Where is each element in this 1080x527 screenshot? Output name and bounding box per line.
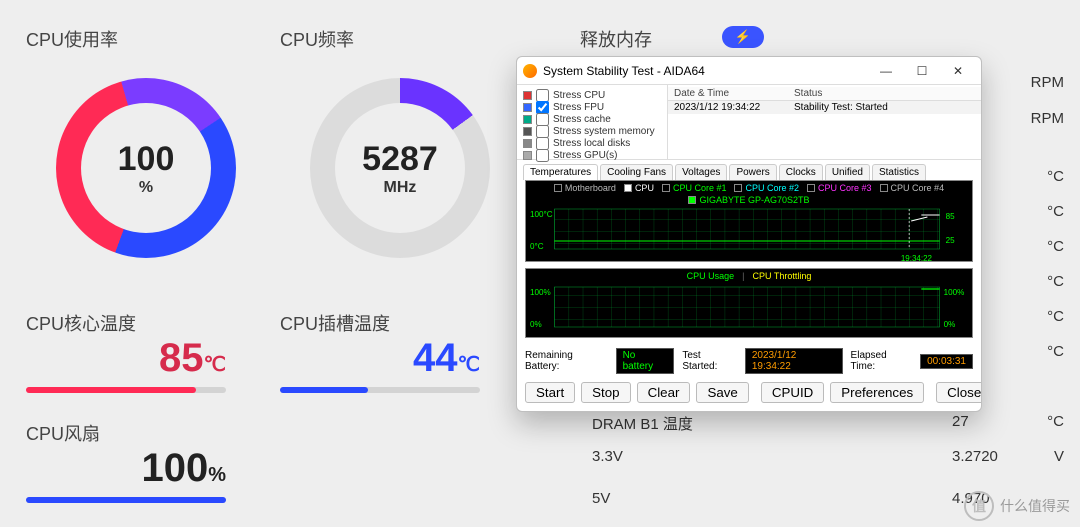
log-col-status: Status — [788, 87, 828, 100]
release-memory-button[interactable]: ⚡ — [722, 26, 764, 48]
svg-text:85: 85 — [946, 212, 956, 221]
cpu-freq-title: CPU频率 — [280, 26, 354, 52]
cpuid-button[interactable]: CPUID — [761, 382, 824, 403]
socket-temp-title: CPU插槽温度 — [280, 310, 480, 336]
close-button[interactable]: Close — [936, 382, 982, 403]
log-status: Stability Test: Started — [788, 101, 894, 114]
watermark-icon: 值 — [964, 491, 994, 521]
lg-throt: CPU Throttling — [753, 271, 812, 281]
svg-text:0%: 0% — [944, 320, 956, 329]
cpu-fan-unit: % — [208, 464, 226, 486]
stress-sysmem-checkbox[interactable]: Stress system memory — [523, 125, 661, 137]
chart-time: 19:34:22 — [526, 254, 972, 263]
core-temp-bar — [26, 387, 226, 393]
log-col-date: Date & Time — [668, 87, 788, 100]
close-window-button[interactable]: ✕ — [941, 60, 975, 82]
socket-temp-unit: ℃ — [458, 354, 480, 376]
log-area: Date & Time Status 2023/1/12 19:34:22 St… — [667, 85, 981, 159]
stress-cache-checkbox[interactable]: Stress cache — [523, 113, 661, 125]
sensor-tabs: TemperaturesCooling FansVoltagesPowersCl… — [517, 160, 981, 180]
start-label: Test Started: — [682, 350, 737, 372]
socket-temp-bar — [280, 387, 480, 393]
lg-cpu: CPU — [635, 183, 654, 193]
stress-cpu-checkbox[interactable]: Stress CPU — [523, 89, 661, 101]
stress-options: Stress CPU Stress FPU Stress cache Stres… — [517, 85, 667, 159]
tab-voltages[interactable]: Voltages — [675, 164, 727, 180]
app-icon — [523, 64, 537, 78]
lg-c2: CPU Core #2 — [745, 183, 799, 193]
cpu-usage-title: CPU使用率 — [26, 26, 118, 52]
cpu-fan-bar — [26, 497, 226, 503]
temperature-chart: Motherboard CPU CPU Core #1 CPU Core #2 … — [525, 180, 973, 262]
log-row: 2023/1/12 19:34:22 Stability Test: Start… — [668, 101, 981, 114]
preferences-button[interactable]: Preferences — [830, 382, 924, 403]
battery-value: No battery — [616, 348, 675, 374]
maximize-button[interactable]: ☐ — [905, 60, 939, 82]
watermark-text: 什么值得买 — [1000, 496, 1070, 516]
elapsed-value: 00:03:31 — [920, 354, 973, 369]
start-value: 2023/1/12 19:34:22 — [745, 348, 843, 374]
core-temp-unit: ℃ — [204, 354, 226, 376]
window-title: System Stability Test - AIDA64 — [543, 64, 705, 78]
lg-mobo: Motherboard — [565, 183, 616, 193]
tab-statistics[interactable]: Statistics — [872, 164, 926, 180]
cpu-freq-value: 5287 — [362, 140, 438, 179]
status-bar: Remaining Battery: No battery Test Start… — [517, 344, 981, 378]
save-button[interactable]: Save — [696, 382, 748, 403]
tab-cooling-fans[interactable]: Cooling Fans — [600, 164, 673, 180]
titlebar[interactable]: System Stability Test - AIDA64 ― ☐ ✕ — [517, 57, 981, 84]
cpu-usage-value: 100 — [118, 140, 175, 179]
side-reading-label: DRAM B1 温度 — [592, 413, 693, 434]
release-memory-title: 释放内存 — [580, 26, 652, 52]
lg-c1: CPU Core #1 — [673, 183, 727, 193]
bolt-icon: ⚡ — [735, 29, 751, 45]
stop-button[interactable]: Stop — [581, 382, 630, 403]
stress-disks-checkbox[interactable]: Stress local disks — [523, 137, 661, 149]
core-temp-value: 85 — [159, 336, 204, 380]
usage-chart: CPU Usage | CPU Throttling 100% 0% 100% … — [525, 268, 973, 338]
cpu-fan-title: CPU风扇 — [26, 420, 226, 446]
watermark: 值 什么值得买 — [964, 491, 1070, 521]
lg-c4: CPU Core #4 — [891, 183, 945, 193]
lg-ssd: GIGABYTE GP-AG70S2TB — [699, 195, 809, 205]
side-reading: 3.2720V — [952, 448, 1064, 465]
cpu-usage-gauge: 100 % — [56, 78, 236, 258]
lg-usage: CPU Usage — [687, 271, 735, 281]
cpu-freq-gauge: 5287 MHz — [310, 78, 490, 258]
side-reading-label: 5V — [592, 490, 610, 507]
side-reading-label: 3.3V — [592, 448, 623, 465]
lg-c3: CPU Core #3 — [818, 183, 872, 193]
cpu-fan-value: 100 — [141, 446, 208, 490]
side-reading: 27°C — [952, 413, 1064, 430]
cpu-usage-unit: % — [139, 179, 153, 197]
svg-text:100%: 100% — [530, 288, 551, 297]
svg-text:0%: 0% — [530, 320, 542, 329]
aida64-window: System Stability Test - AIDA64 ― ☐ ✕ Str… — [516, 56, 982, 412]
core-temp-title: CPU核心温度 — [26, 310, 226, 336]
tab-powers[interactable]: Powers — [729, 164, 776, 180]
svg-text:100°C: 100°C — [530, 210, 553, 219]
socket-temp-value: 44 — [413, 336, 458, 380]
log-date: 2023/1/12 19:34:22 — [668, 101, 788, 114]
start-button[interactable]: Start — [525, 382, 575, 403]
battery-label: Remaining Battery: — [525, 350, 608, 372]
elapsed-label: Elapsed Time: — [851, 350, 913, 372]
svg-text:25: 25 — [946, 236, 956, 245]
minimize-button[interactable]: ― — [869, 60, 903, 82]
cpu-freq-unit: MHz — [384, 179, 417, 197]
tab-clocks[interactable]: Clocks — [779, 164, 823, 180]
svg-text:100%: 100% — [944, 288, 965, 297]
stress-fpu-checkbox[interactable]: Stress FPU — [523, 101, 661, 113]
clear-button[interactable]: Clear — [637, 382, 691, 403]
tab-temperatures[interactable]: Temperatures — [523, 164, 598, 180]
svg-text:0°C: 0°C — [530, 242, 544, 251]
tab-unified[interactable]: Unified — [825, 164, 870, 180]
